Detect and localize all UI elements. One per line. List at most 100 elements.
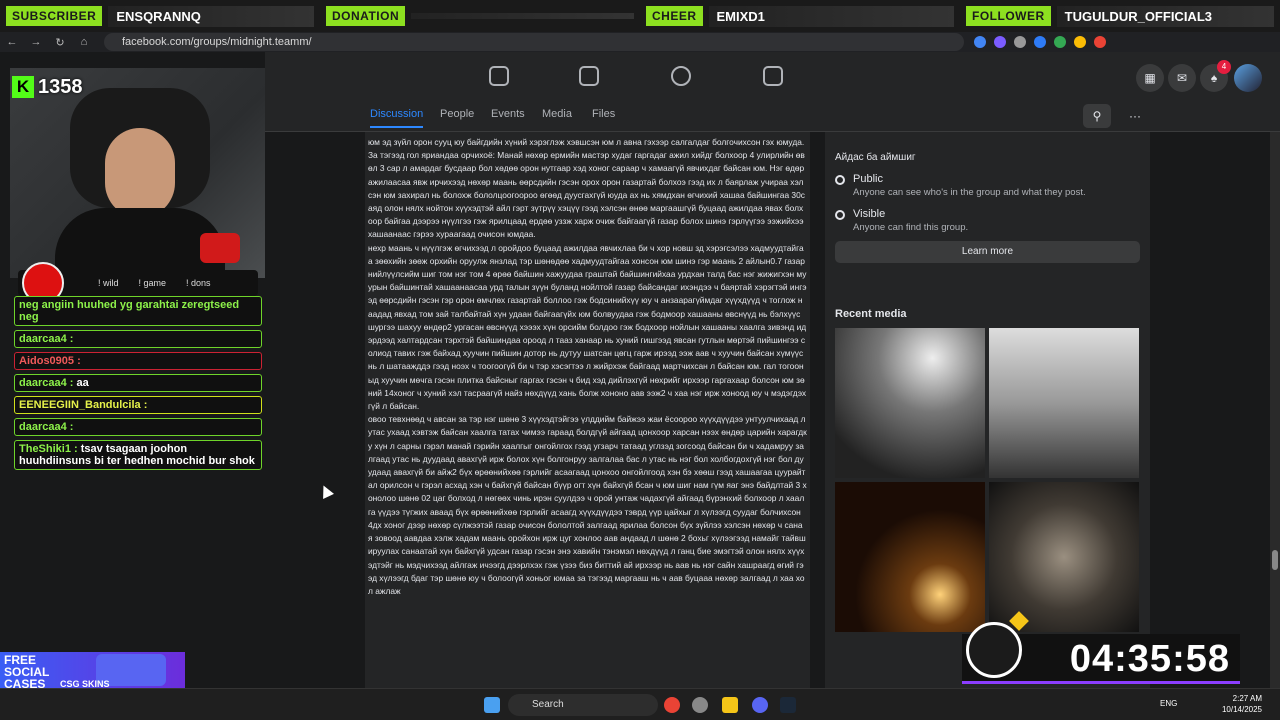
- forward-icon[interactable]: →: [24, 36, 48, 48]
- feed-left-space: [265, 132, 365, 688]
- alert-label: SUBSCRIBER: [6, 6, 103, 26]
- reload-icon[interactable]: ↻: [48, 36, 72, 49]
- timer-value: 04:35:58: [1069, 638, 1230, 680]
- post-body: юм эд зүйл орон сууц юу байгдийн хүний х…: [365, 132, 810, 688]
- chat-text: aa: [76, 377, 89, 389]
- alert-label: DONATION: [326, 6, 406, 26]
- visibility-title: Visible: [853, 208, 886, 220]
- about-card: Айдас ба аймшиг Public Anyone can see who…: [825, 132, 1150, 233]
- file-explorer-icon[interactable]: [722, 697, 738, 713]
- kick-count: 1358: [38, 75, 83, 98]
- privacy-public: Public Anyone can see who's in the group …: [835, 173, 1140, 198]
- extension-icon[interactable]: [1054, 36, 1066, 48]
- tab-files[interactable]: Files: [592, 108, 615, 120]
- stream-chat: neg angiin huuhed yg garahtai zeregtseed…: [14, 296, 262, 506]
- command-label: ! wild: [98, 278, 119, 288]
- chat-message: EENEEGIIN_Bandulcila :: [14, 396, 262, 414]
- gaming-icon[interactable]: [763, 66, 783, 86]
- extension-icon[interactable]: [1014, 36, 1026, 48]
- start-icon[interactable]: [484, 697, 500, 713]
- browser-toolbar: ← → ↻ ⌂ facebook.com/groups/midnight.tea…: [0, 32, 1280, 52]
- groups-icon[interactable]: [671, 66, 691, 86]
- notification-badge: 4: [1217, 60, 1231, 74]
- learn-more-button[interactable]: Learn more: [835, 241, 1140, 263]
- tab-events[interactable]: Events: [491, 108, 525, 120]
- language-indicator[interactable]: ENG: [1160, 699, 1177, 708]
- alert-name: [411, 13, 634, 19]
- stream-alert-bar: SUBSCRIBER ENSQRANNQ DONATION CHEER EMIXD1…: [0, 0, 1280, 32]
- alert-cheer: CHEER EMIXD1: [640, 0, 960, 32]
- tab-people[interactable]: People: [440, 108, 474, 120]
- address-bar[interactable]: facebook.com/groups/midnight.teamm/: [104, 33, 964, 51]
- chat-text: neg angiin huuhed yg garahtai zeregtseed…: [19, 299, 240, 323]
- menu-grid-icon[interactable]: ▦: [1136, 64, 1164, 92]
- privacy-desc: Anyone can see who's in the group and wh…: [853, 187, 1086, 198]
- tab-media[interactable]: Media: [542, 108, 572, 120]
- command-label: ! game: [138, 278, 167, 288]
- scrollbar-thumb[interactable]: [1272, 550, 1278, 570]
- extension-icon[interactable]: [1034, 36, 1046, 48]
- taskbar-search[interactable]: Search: [508, 694, 658, 716]
- chat-user: Aidos0905 :: [19, 355, 81, 367]
- discord-icon[interactable]: [752, 697, 768, 713]
- media-thumbnail[interactable]: [835, 328, 985, 478]
- alert-name: ENSQRANNQ: [108, 5, 314, 27]
- windows-taskbar: Search ENG 2:27 AM 10/14/2025: [0, 688, 1280, 720]
- media-thumbnail[interactable]: [989, 482, 1139, 632]
- chat-message: neg angiin huuhed yg garahtai zeregtseed…: [14, 296, 262, 326]
- back-icon[interactable]: ←: [0, 36, 24, 48]
- scrollbar[interactable]: [1270, 132, 1280, 688]
- post-paragraph: овоо тевхнөөд ч авсан за тэр нэг шөнө 3 …: [368, 414, 807, 596]
- alert-label: CHEER: [646, 6, 703, 26]
- profile-icon[interactable]: [1094, 36, 1106, 48]
- post-paragraph: юм эд зүйл орон сууц юу байгдийн хүний х…: [368, 137, 805, 240]
- globe-icon: [835, 175, 845, 185]
- chat-message: TheShiki1 : tsav tsagaan joohon huuhdiin…: [14, 440, 262, 470]
- clock-date: 10/14/2025: [1221, 705, 1262, 714]
- privacy-title: Public: [853, 173, 883, 185]
- more-options-icon[interactable]: ···: [1121, 104, 1149, 128]
- search-icon[interactable]: ⚲: [1083, 104, 1111, 128]
- kick-follower-counter: K 1358: [12, 72, 83, 102]
- system-clock[interactable]: 2:27 AM 10/14/2025: [1222, 693, 1262, 715]
- privacy-visible: Visible Anyone can find this group.: [835, 208, 1140, 233]
- chat-user: TheShiki1 :: [19, 443, 78, 455]
- extension-icon[interactable]: [994, 36, 1006, 48]
- chat-user: EENEEGIIN_Bandulcila :: [19, 399, 148, 411]
- recent-media-title: Recent media: [835, 308, 907, 320]
- bomb-icon: [966, 622, 1022, 678]
- alert-donation: DONATION: [320, 0, 640, 32]
- app-icon[interactable]: [692, 697, 708, 713]
- chat-message: Aidos0905 :: [14, 352, 262, 370]
- group-about-sidebar: Айдас ба аймшиг Public Anyone can see who…: [825, 132, 1150, 688]
- chat-user: daarcaa4 :: [19, 377, 74, 389]
- extensions-area: [974, 36, 1106, 48]
- chat-user: daarcaa4 :: [19, 333, 74, 345]
- clock-time: 2:27 AM: [1232, 694, 1262, 703]
- alert-subscriber: SUBSCRIBER ENSQRANNQ: [0, 0, 320, 32]
- chat-message: daarcaa4 :: [14, 418, 262, 436]
- avatar[interactable]: [1234, 64, 1262, 92]
- steam-icon[interactable]: [780, 697, 796, 713]
- facebook-top-nav: [265, 52, 1280, 100]
- chat-user: daarcaa4 :: [19, 421, 74, 433]
- alert-name: EMIXD1: [708, 5, 954, 27]
- video-icon[interactable]: [579, 66, 599, 86]
- group-tabs: Discussion People Events Media Files ⚲ ·…: [265, 100, 1280, 132]
- messenger-icon[interactable]: ✉: [1168, 64, 1196, 92]
- extension-icon[interactable]: [974, 36, 986, 48]
- group-description: Айдас ба аймшиг: [835, 152, 916, 163]
- media-thumbnail[interactable]: [835, 482, 985, 632]
- alert-follower: FOLLOWER TUGULDUR_OFFICIAL3: [960, 0, 1280, 32]
- chrome-icon[interactable]: [664, 697, 680, 713]
- eye-icon: [835, 210, 845, 220]
- extension-icon[interactable]: [1074, 36, 1086, 48]
- media-thumbnail[interactable]: [989, 328, 1139, 478]
- alert-name: TUGULDUR_OFFICIAL3: [1056, 5, 1274, 27]
- tab-discussion[interactable]: Discussion: [370, 108, 424, 128]
- home-icon[interactable]: [489, 66, 509, 86]
- home-icon[interactable]: ⌂: [72, 36, 96, 48]
- alert-label: FOLLOWER: [966, 6, 1051, 26]
- chat-message: daarcaa4 : aa: [14, 374, 262, 392]
- post-paragraph: нехр маань ч нүүлгэж өгчихээд л оройдоо …: [368, 242, 807, 412]
